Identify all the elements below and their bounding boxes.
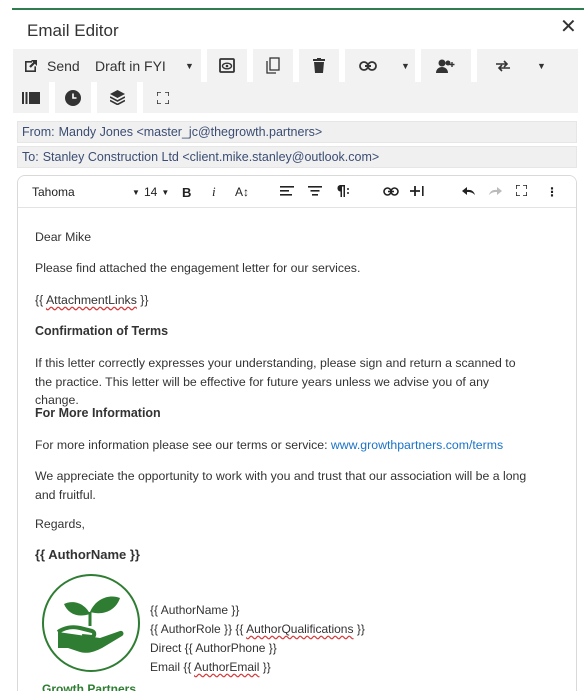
info-heading: For More Information bbox=[35, 406, 161, 420]
redo-icon bbox=[488, 185, 502, 199]
to-field[interactable]: To: Stanley Construction Ltd <client.mik… bbox=[17, 146, 577, 168]
chevron-down-icon: ▼ bbox=[185, 60, 194, 71]
regards: Regards, bbox=[35, 517, 85, 531]
fullscreen-icon bbox=[157, 91, 169, 104]
from-label: From: bbox=[22, 125, 55, 139]
status-label: Draft in FYI bbox=[95, 57, 166, 74]
terms-paragraph: If this letter correctly expresses your … bbox=[35, 356, 516, 407]
attachment-placeholder: {{ AttachmentLinks }} bbox=[35, 293, 149, 307]
library-icon bbox=[22, 91, 40, 104]
undo-icon bbox=[462, 185, 476, 199]
author-name-placeholder: {{ AuthorName }} bbox=[35, 547, 140, 562]
align-center-icon bbox=[308, 185, 322, 199]
main-toolbar: Send Draft in FYI ▼ ▼ ▼ bbox=[13, 49, 578, 82]
clock-icon bbox=[65, 89, 81, 106]
paragraph-button[interactable] bbox=[335, 176, 351, 208]
fullscreen-button[interactable] bbox=[143, 82, 183, 113]
secondary-toolbar bbox=[13, 82, 578, 113]
align-left-icon bbox=[280, 185, 294, 199]
chevron-down-icon: ▼ bbox=[537, 60, 546, 71]
send-label: Send bbox=[47, 57, 80, 74]
assign-user-icon bbox=[436, 59, 456, 73]
delete-button[interactable] bbox=[299, 49, 339, 82]
insert-link-button[interactable] bbox=[383, 176, 399, 208]
window-title: Email Editor bbox=[27, 21, 119, 40]
from-value: Mandy Jones <master_jc@thegrowth.partner… bbox=[58, 125, 323, 139]
bold-button[interactable]: B bbox=[182, 176, 191, 208]
to-label: To: bbox=[22, 150, 39, 164]
redo-button[interactable] bbox=[488, 176, 502, 208]
layers-icon bbox=[109, 90, 125, 105]
library-button[interactable] bbox=[13, 82, 49, 113]
greeting: Dear Mike bbox=[35, 230, 92, 244]
link-dropdown[interactable]: ▼ bbox=[345, 49, 415, 82]
copy-button[interactable] bbox=[253, 49, 293, 82]
rich-text-editor: Tahoma ▼ 14 ▼ B i A↕ ⋮ Dear Mike Please … bbox=[17, 175, 577, 691]
editor-toolbar: Tahoma ▼ 14 ▼ B i A↕ ⋮ bbox=[18, 176, 576, 208]
link-icon bbox=[383, 185, 399, 199]
signature-phone: Direct {{ AuthorPhone }} bbox=[150, 641, 277, 655]
growth-partners-logo bbox=[42, 574, 140, 672]
italic-button[interactable]: i bbox=[212, 176, 216, 208]
assign-user-button[interactable] bbox=[421, 49, 471, 82]
signature-role: {{ AuthorRole }} {{ AuthorQualifications… bbox=[150, 622, 365, 636]
preview-button[interactable] bbox=[207, 49, 247, 82]
schedule-button[interactable] bbox=[55, 82, 91, 113]
signature-name: {{ AuthorName }} bbox=[150, 603, 240, 617]
layers-button[interactable] bbox=[97, 82, 137, 113]
font-size-dropdown[interactable]: 14 ▼ bbox=[144, 176, 169, 208]
appreciation-paragraph: We appreciate the opportunity to work wi… bbox=[35, 469, 527, 502]
info-paragraph: For more information please see our term… bbox=[35, 438, 504, 452]
link-icon bbox=[359, 60, 377, 71]
status-dropdown[interactable]: Draft in FYI ▼ bbox=[85, 49, 201, 82]
editor-fullscreen-button[interactable] bbox=[515, 176, 528, 208]
insert-more-button[interactable] bbox=[409, 176, 425, 208]
font-family-value: Tahoma bbox=[32, 185, 75, 199]
swap-icon bbox=[495, 59, 511, 72]
chevron-down-icon: ▼ bbox=[401, 60, 410, 71]
font-family-dropdown[interactable]: Tahoma bbox=[32, 176, 75, 208]
hand-plant-icon bbox=[56, 596, 124, 653]
send-button[interactable]: Send bbox=[17, 49, 80, 82]
email-editor-window: Email Editor ✕ Send Draft in FYI ▼ ▼ ▼ F… bbox=[0, 0, 587, 691]
signature-email: Email {{ AuthorEmail }} bbox=[150, 660, 271, 674]
delete-icon bbox=[313, 58, 325, 73]
terms-link[interactable]: www.growthpartners.com/terms bbox=[331, 438, 503, 452]
paragraph-icon bbox=[335, 184, 351, 200]
more-options-button[interactable]: ⋮ bbox=[546, 176, 558, 208]
font-size-button[interactable]: A↕ bbox=[235, 176, 249, 208]
logo-text: Growth Partners bbox=[42, 682, 137, 691]
undo-button[interactable] bbox=[462, 176, 476, 208]
top-accent-bar bbox=[12, 8, 584, 10]
align-center-button[interactable] bbox=[308, 176, 322, 208]
fullscreen-icon bbox=[515, 184, 528, 199]
font-family-chevron-icon[interactable]: ▼ bbox=[128, 176, 140, 208]
more-vertical-icon: ⋮ bbox=[546, 185, 558, 199]
terms-heading: Confirmation of Terms bbox=[35, 324, 169, 338]
preview-icon bbox=[219, 58, 235, 73]
to-value: Stanley Construction Ltd <client.mike.st… bbox=[42, 150, 380, 164]
intro-paragraph: Please find attached the engagement lett… bbox=[35, 261, 361, 275]
insert-plus-icon bbox=[409, 185, 425, 200]
send-icon bbox=[23, 58, 39, 74]
chevron-down-icon: ▼ bbox=[161, 187, 170, 197]
close-icon[interactable]: ✕ bbox=[560, 17, 577, 37]
copy-icon bbox=[266, 57, 280, 74]
align-left-button[interactable] bbox=[280, 176, 294, 208]
from-field[interactable]: From: Mandy Jones <master_jc@thegrowth.p… bbox=[17, 121, 577, 143]
swap-dropdown[interactable]: ▼ bbox=[477, 49, 549, 82]
font-size-value: 14 bbox=[144, 185, 158, 199]
